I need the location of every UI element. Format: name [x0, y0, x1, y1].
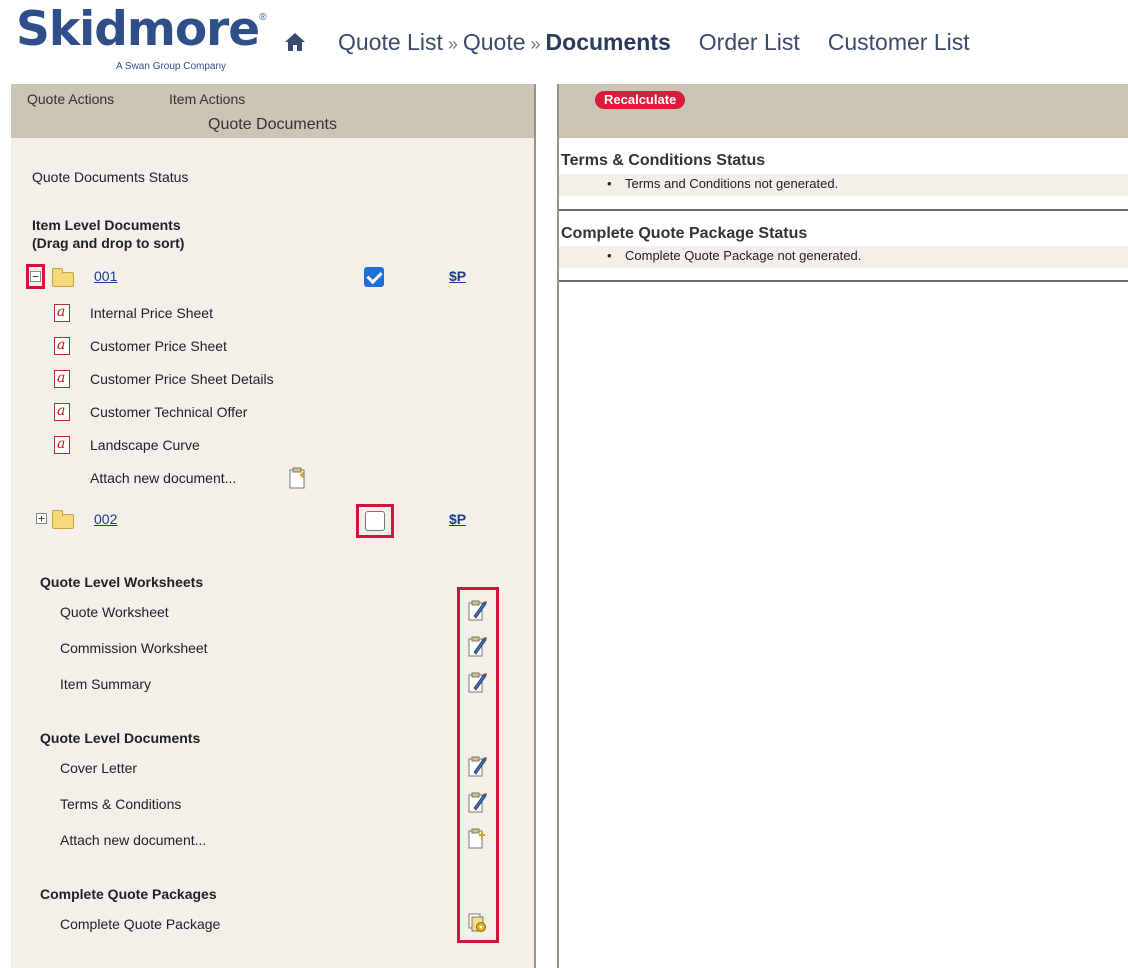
pdf-icon — [54, 370, 70, 388]
attach-document-icon[interactable] — [467, 826, 487, 850]
folder-icon — [52, 268, 74, 287]
home-icon[interactable] — [284, 32, 306, 52]
item-link-002[interactable]: 002 — [94, 511, 117, 527]
folder-icon — [52, 510, 74, 529]
generate-package-icon[interactable] — [467, 910, 487, 934]
edit-worksheet-icon[interactable] — [467, 670, 487, 694]
nav-order-list[interactable]: Order List — [699, 29, 800, 56]
item-link-001[interactable]: 001 — [94, 268, 117, 284]
breadcrumb-separator: » — [447, 34, 458, 54]
edit-worksheet-icon[interactable] — [467, 598, 487, 622]
header: Skidmore® A Swan Group Company Quote Lis… — [0, 0, 1128, 82]
attach-document-icon[interactable] — [288, 466, 308, 490]
breadcrumb: Quote List » Quote » Documents Order Lis… — [338, 29, 970, 56]
complete-quote-package[interactable]: Complete Quote Package — [60, 916, 220, 932]
quote-level-worksheets-heading: Quote Level Worksheets — [40, 574, 204, 590]
tab-item-actions[interactable]: Item Actions — [169, 91, 245, 107]
breadcrumb-quote-list[interactable]: Quote List — [338, 29, 443, 56]
document-customer-price-sheet-details[interactable]: Customer Price Sheet Details — [90, 371, 274, 387]
quote-documents-panel: Quote Actions Item Actions Quote Documen… — [11, 84, 536, 968]
document-landscape-curve[interactable]: Landscape Curve — [90, 437, 200, 453]
skidmore-logo[interactable]: Skidmore® A Swan Group Company — [16, 2, 267, 73]
package-status-row: • Complete Quote Package not generated. — [559, 246, 1128, 268]
edit-document-icon[interactable] — [467, 754, 487, 778]
document-terms-conditions[interactable]: Terms & Conditions — [60, 796, 181, 812]
pdf-icon — [54, 436, 70, 454]
collapse-toggle-icon[interactable]: − — [30, 271, 41, 282]
terms-status-row: • Terms and Conditions not generated. — [559, 174, 1128, 196]
price-link-002[interactable]: $P — [449, 511, 466, 527]
document-customer-price-sheet[interactable]: Customer Price Sheet — [90, 338, 227, 354]
edit-worksheet-icon[interactable] — [467, 634, 487, 658]
tab-quote-actions[interactable]: Quote Actions — [27, 91, 114, 107]
attach-new-document-item[interactable]: Attach new document... — [90, 470, 236, 486]
terms-conditions-status-heading: Terms & Conditions Status — [561, 152, 766, 169]
item-checkbox-001[interactable] — [364, 267, 384, 287]
document-customer-technical-offer[interactable]: Customer Technical Offer — [90, 404, 247, 420]
complete-quote-packages-heading: Complete Quote Packages — [40, 886, 217, 902]
drag-sort-hint: (Drag and drop to sort) — [32, 235, 185, 251]
expand-toggle-icon[interactable]: + — [36, 513, 47, 524]
item-checkbox-002[interactable] — [365, 511, 385, 531]
package-status-heading: Complete Quote Package Status — [561, 225, 808, 242]
quote-level-documents-heading: Quote Level Documents — [40, 730, 201, 746]
breadcrumb-documents: Documents — [545, 29, 671, 55]
quote-documents-status-label: Quote Documents Status — [32, 169, 189, 185]
worksheet-commission-worksheet[interactable]: Commission Worksheet — [60, 640, 208, 656]
logo-text: Skidmore — [16, 2, 260, 57]
pdf-icon — [54, 304, 70, 322]
right-panel-header: Recalculate — [559, 84, 1128, 138]
worksheet-item-summary[interactable]: Item Summary — [60, 676, 151, 692]
edit-document-icon[interactable] — [467, 790, 487, 814]
worksheet-quote-worksheet[interactable]: Quote Worksheet — [60, 604, 169, 620]
logo-tagline: A Swan Group Company — [116, 61, 227, 72]
status-panel: Recalculate Terms & Conditions Status • … — [557, 84, 1128, 968]
attach-new-document-quote[interactable]: Attach new document... — [60, 832, 206, 848]
divider — [559, 209, 1128, 211]
breadcrumb-separator: » — [530, 34, 541, 54]
recalculate-button[interactable]: Recalculate — [595, 91, 686, 109]
breadcrumb-quote[interactable]: Quote — [463, 29, 526, 56]
logo-registered-mark: ® — [259, 12, 267, 23]
price-link-001[interactable]: $P — [449, 268, 466, 284]
package-status-text: Complete Quote Package not generated. — [625, 248, 862, 263]
left-panel-header: Quote Actions Item Actions Quote Documen… — [11, 84, 534, 138]
divider — [559, 280, 1128, 282]
pdf-icon — [54, 403, 70, 421]
document-cover-letter[interactable]: Cover Letter — [60, 760, 137, 776]
nav-customer-list[interactable]: Customer List — [828, 29, 970, 56]
pdf-icon — [54, 337, 70, 355]
document-internal-price-sheet[interactable]: Internal Price Sheet — [90, 305, 213, 321]
terms-status-text: Terms and Conditions not generated. — [625, 176, 839, 191]
item-level-documents-heading: Item Level Documents — [32, 217, 181, 233]
panel-title: Quote Documents — [208, 116, 337, 133]
